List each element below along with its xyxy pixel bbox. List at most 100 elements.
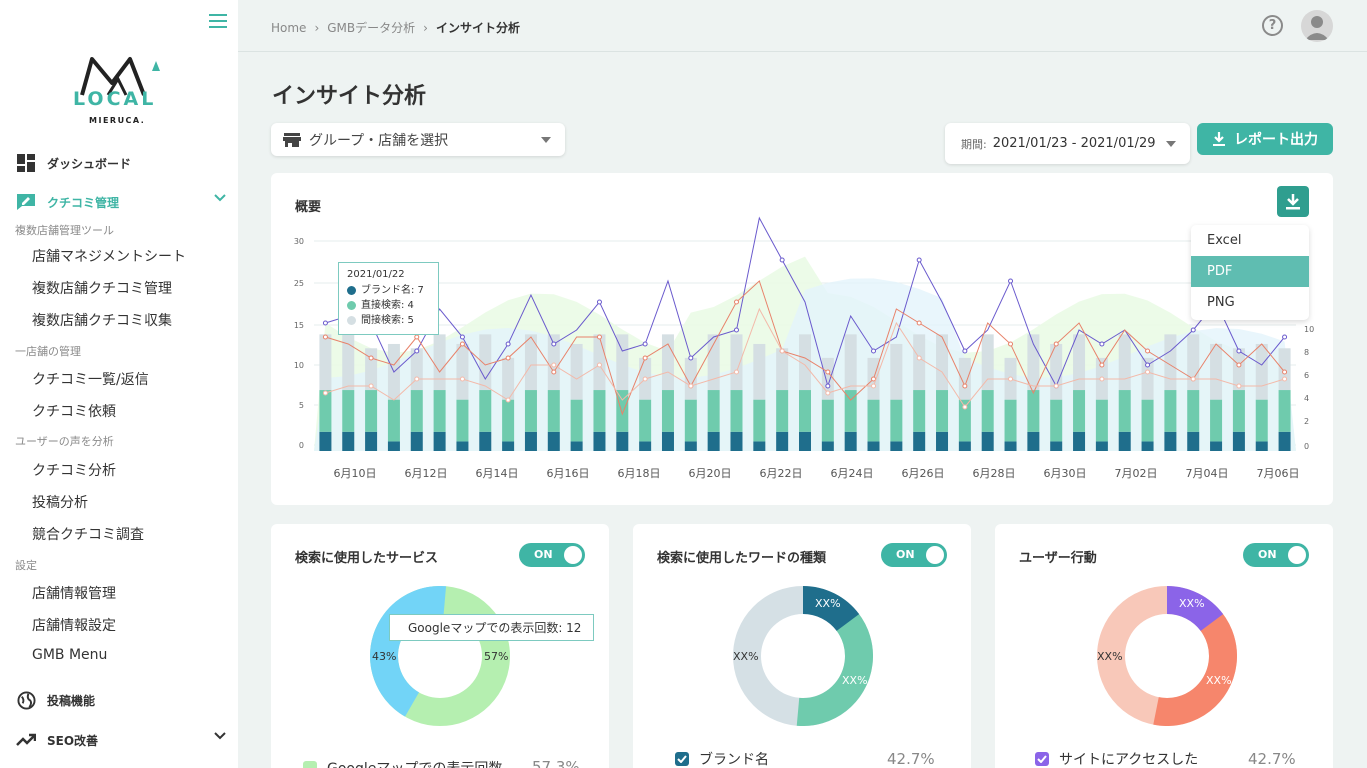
bar-indirect (776, 348, 789, 391)
bar-brand (1255, 441, 1268, 451)
sidebar-item-analysis[interactable]: クチコミ分析 (32, 460, 116, 480)
menu-item-excel[interactable]: Excel (1191, 225, 1309, 256)
tooltip-date: 2021/01/22 (347, 269, 405, 280)
sidebar-item-post-analysis[interactable]: 投稿分析 (32, 492, 88, 512)
caret-down-icon (541, 137, 551, 143)
legend-row[interactable]: サイトにアクセスした (1035, 749, 1198, 768)
bar-brand (616, 431, 629, 451)
overview-chart: 0 5 10 15 25 30 0 2 4 6 8 10 6月10日 6月12日 6月14日 6月16日 6月1… (294, 216, 1314, 480)
bar-brand (502, 441, 515, 451)
line-point (1008, 376, 1014, 382)
x-tick-label: 6月12日 (405, 467, 448, 480)
y-tick-label: 25 (294, 279, 304, 288)
breadcrumb-gmb[interactable]: GMBデータ分析 (327, 19, 415, 36)
breadcrumb-separator-icon: › (314, 20, 320, 35)
sidebar-item-store-settings[interactable]: 店舗情報設定 (32, 615, 116, 635)
help-icon[interactable]: ? (1262, 15, 1283, 36)
store-icon (283, 132, 301, 147)
line-point (733, 299, 739, 305)
menu-icon[interactable] (209, 14, 227, 28)
checkbox-checked-icon[interactable] (1035, 752, 1049, 766)
sidebar-item-multi-manage[interactable]: 複数店舗クチコミ管理 (32, 278, 172, 298)
bar-direct (821, 399, 834, 442)
breadcrumb-home[interactable]: Home (271, 21, 306, 35)
bar-brand (524, 431, 537, 451)
bar-brand (867, 441, 880, 451)
bar-brand (913, 431, 926, 451)
y-right-tick-label: 6 (1304, 371, 1309, 380)
sidebar-item-store-sheet[interactable]: 店舗マネジメントシート (32, 246, 186, 266)
sidebar-item-seo[interactable]: SEO改善 (16, 730, 226, 750)
bar-brand (433, 431, 446, 451)
toggle-switch[interactable]: ON (1243, 543, 1309, 567)
topbar: Home › GMBデータ分析 › インサイト分析 ? (238, 0, 1367, 52)
x-tick-label: 6月22日 (760, 467, 803, 480)
sidebar-item-multi-collect[interactable]: 複数店舗クチコミ収集 (32, 310, 172, 330)
menu-item-pdf[interactable]: PDF (1191, 256, 1309, 287)
legend-row[interactable]: ブランド名 (675, 749, 769, 768)
x-tick-label: 6月20日 (689, 467, 732, 480)
donut-label: XX% (1206, 674, 1232, 687)
donut-tooltip: Googleマップでの表示回数: 12 (389, 614, 594, 641)
legend-row[interactable]: Googleマップでの表示回数 (303, 758, 502, 768)
bar-direct (410, 390, 423, 432)
bar-brand (456, 441, 469, 451)
chevron-down-icon (214, 732, 226, 740)
chart-download-button[interactable] (1277, 186, 1309, 217)
bar-indirect (707, 334, 720, 391)
chevron-down-icon (214, 194, 226, 202)
toggle-switch[interactable]: ON (881, 543, 947, 567)
bar-direct (753, 399, 766, 442)
x-tick-label: 6月18日 (618, 467, 661, 480)
sidebar-item-list-reply[interactable]: クチコミ一覧/返信 (32, 369, 149, 389)
legend-percent: 42.7% (887, 750, 935, 768)
breadcrumb-separator-icon: › (423, 20, 428, 35)
bar-brand (410, 431, 423, 451)
bar-indirect (1073, 334, 1086, 391)
tooltip-row-label: ブランド名: 7 (361, 285, 424, 296)
bar-direct (524, 390, 537, 432)
bar-brand (684, 441, 697, 451)
period-select[interactable]: 期間: 2021/01/23 - 2021/01/29 (945, 123, 1190, 164)
keyword-card-title: 検索に使用したワードの種類 (657, 551, 827, 566)
line-point (551, 341, 557, 347)
y-right-tick-label: 8 (1304, 348, 1309, 357)
sidebar-item-request[interactable]: クチコミ依頼 (32, 401, 116, 421)
report-export-button[interactable]: レポート出力 (1197, 123, 1333, 155)
x-tick-label: 6月28日 (973, 467, 1016, 480)
line-point (322, 390, 328, 396)
sidebar-item-gmb-menu[interactable]: GMB Menu (32, 647, 107, 663)
user-action-card-title: ユーザー行動 (1019, 551, 1097, 566)
group-select-label: グループ・店舗を選択 (309, 132, 449, 149)
download-icon (1213, 132, 1225, 146)
line-point (1099, 341, 1105, 347)
toggle-switch[interactable]: ON (519, 543, 585, 567)
menu-item-png[interactable]: PNG (1191, 287, 1309, 318)
sidebar-item-competitor[interactable]: 競合クチコミ調査 (32, 524, 144, 544)
group-store-select[interactable]: グループ・店舗を選択 (271, 123, 565, 156)
bar-indirect (1118, 334, 1131, 391)
toggle-label: ON (1258, 548, 1277, 561)
bar-brand (319, 431, 332, 451)
avatar[interactable] (1301, 10, 1333, 42)
sidebar-item-label: ダッシュボード (47, 156, 132, 171)
line-point (825, 390, 831, 396)
checkbox[interactable] (303, 761, 317, 768)
bar-brand (958, 441, 971, 451)
line-point (642, 376, 648, 382)
sidebar-item-store-info[interactable]: 店舗情報管理 (32, 583, 116, 603)
sidebar-item-dashboard[interactable]: ダッシュボード (16, 153, 226, 173)
line-point (825, 369, 831, 375)
logo-text: LOCAL (73, 88, 157, 110)
line-point (505, 355, 511, 361)
bar-direct (684, 399, 697, 442)
bar-brand (547, 431, 560, 451)
checkbox-checked-icon[interactable] (675, 752, 689, 766)
bar-direct (319, 390, 332, 432)
sidebar-item-posting[interactable]: 投稿機能 (16, 690, 226, 710)
bar-direct (1073, 390, 1086, 432)
sidebar-item-kuchikomi[interactable]: クチコミ管理 (16, 192, 226, 212)
line-point (596, 299, 602, 305)
bar-direct (639, 399, 652, 442)
line-point (779, 257, 785, 263)
